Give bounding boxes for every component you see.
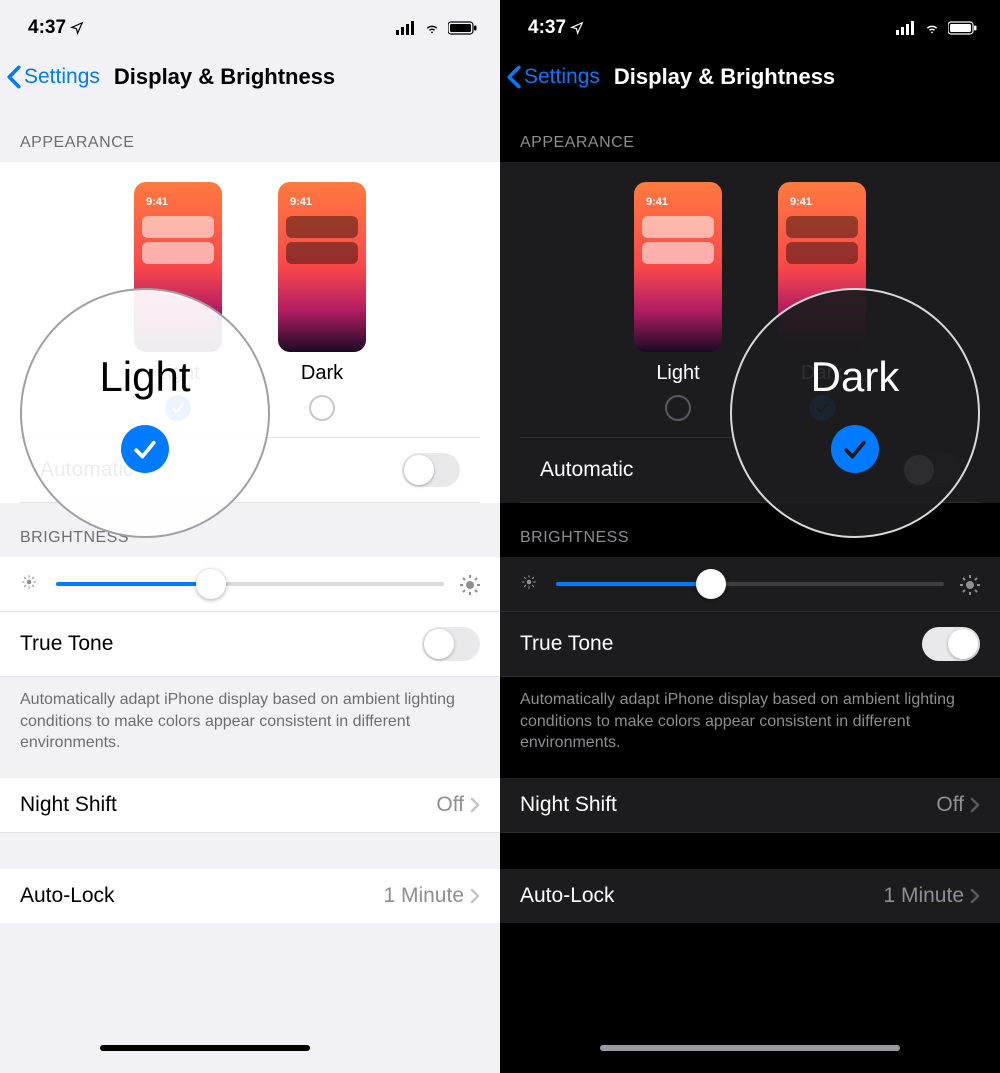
true-tone-toggle[interactable]: [422, 627, 480, 661]
section-header-brightness: BRIGHTNESS: [500, 503, 1000, 557]
cellular-icon: [896, 21, 916, 35]
status-time: 4:37: [528, 17, 566, 39]
page-title: Display & Brightness: [614, 64, 835, 90]
auto-lock-row[interactable]: Auto-Lock 1 Minute: [500, 869, 1000, 923]
home-indicator: [600, 1045, 900, 1051]
automatic-label: Automatic: [540, 458, 633, 482]
chevron-right-icon: [470, 888, 480, 904]
auto-lock-label: Auto-Lock: [20, 884, 115, 908]
light-thumbnail: 9:41: [134, 182, 222, 352]
dark-thumbnail: 9:41: [278, 182, 366, 352]
true-tone-toggle[interactable]: [922, 627, 980, 661]
auto-lock-label: Auto-Lock: [520, 884, 615, 908]
check-icon: [170, 400, 186, 416]
status-bar: 4:37: [0, 0, 500, 50]
section-header-appearance: APPEARANCE: [0, 108, 500, 162]
true-tone-label: True Tone: [520, 632, 613, 656]
wifi-icon: [922, 21, 942, 35]
home-indicator: [100, 1045, 310, 1051]
night-shift-label: Night Shift: [20, 793, 117, 817]
status-time: 4:37: [28, 17, 66, 39]
light-label: Light: [656, 362, 699, 385]
true-tone-label: True Tone: [20, 632, 113, 656]
light-radio[interactable]: [665, 395, 691, 421]
night-shift-label: Night Shift: [520, 793, 617, 817]
cellular-icon: [396, 21, 416, 35]
section-header-brightness: BRIGHTNESS: [0, 503, 500, 557]
nav-bar: Settings Display & Brightness: [500, 50, 1000, 108]
brightness-slider[interactable]: [56, 582, 444, 586]
automatic-label: Automatic: [40, 458, 133, 482]
night-shift-value: Off: [936, 793, 964, 817]
true-tone-note: Automatically adapt iPhone display based…: [500, 677, 1000, 778]
back-button[interactable]: Settings: [6, 65, 100, 89]
chevron-right-icon: [470, 797, 480, 813]
night-shift-value: Off: [436, 793, 464, 817]
light-radio[interactable]: [165, 395, 191, 421]
chevron-left-icon: [506, 65, 522, 89]
status-bar: 4:37: [500, 0, 1000, 50]
sun-max-icon: [958, 573, 980, 595]
location-icon: [70, 21, 84, 35]
section-header-appearance: APPEARANCE: [500, 108, 1000, 162]
light-label: Light: [156, 362, 199, 385]
night-shift-row[interactable]: Night Shift Off: [0, 778, 500, 833]
chevron-right-icon: [970, 797, 980, 813]
night-shift-row[interactable]: Night Shift Off: [500, 778, 1000, 833]
sun-min-icon: [520, 573, 542, 595]
dark-radio[interactable]: [809, 395, 835, 421]
dark-thumbnail: 9:41: [778, 182, 866, 352]
battery-icon: [448, 21, 478, 35]
appearance-panel: 9:41 Light 9:41 Dark: [0, 162, 500, 503]
check-icon: [814, 400, 830, 416]
automatic-toggle[interactable]: [902, 453, 960, 487]
chevron-left-icon: [6, 65, 22, 89]
automatic-toggle[interactable]: [402, 453, 460, 487]
true-tone-row[interactable]: True Tone: [500, 612, 1000, 677]
light-thumbnail: 9:41: [634, 182, 722, 352]
battery-icon: [948, 21, 978, 35]
appearance-panel: 9:41 Light 9:41 Dark: [500, 162, 1000, 503]
thumbnail-time: 9:41: [146, 196, 168, 208]
thumbnail-time: 9:41: [646, 196, 668, 208]
back-label: Settings: [524, 65, 600, 89]
page-title: Display & Brightness: [114, 64, 335, 90]
sun-max-icon: [458, 573, 480, 595]
back-label: Settings: [24, 65, 100, 89]
true-tone-row[interactable]: True Tone: [0, 612, 500, 677]
dark-label: Dark: [801, 362, 843, 385]
phone-dark: 4:37 Settings Display: [500, 0, 1000, 1073]
appearance-option-light[interactable]: 9:41 Light: [134, 182, 222, 421]
thumbnail-time: 9:41: [790, 196, 812, 208]
thumbnail-time: 9:41: [290, 196, 312, 208]
chevron-right-icon: [970, 888, 980, 904]
brightness-slider-row: [500, 557, 1000, 612]
appearance-option-dark[interactable]: 9:41 Dark: [278, 182, 366, 421]
nav-bar: Settings Display & Brightness: [0, 50, 500, 108]
auto-lock-value: 1 Minute: [883, 884, 964, 908]
phone-light: 4:37 Settings Display: [0, 0, 500, 1073]
appearance-option-light[interactable]: 9:41 Light: [634, 182, 722, 421]
auto-lock-row[interactable]: Auto-Lock 1 Minute: [0, 869, 500, 923]
wifi-icon: [422, 21, 442, 35]
automatic-row[interactable]: Automatic: [520, 437, 980, 503]
back-button[interactable]: Settings: [506, 65, 600, 89]
dark-radio[interactable]: [309, 395, 335, 421]
auto-lock-value: 1 Minute: [383, 884, 464, 908]
automatic-row[interactable]: Automatic: [20, 437, 480, 503]
sun-min-icon: [20, 573, 42, 595]
brightness-slider[interactable]: [556, 582, 944, 586]
location-icon: [570, 21, 584, 35]
true-tone-note: Automatically adapt iPhone display based…: [0, 677, 500, 778]
dark-label: Dark: [301, 362, 343, 385]
appearance-option-dark[interactable]: 9:41 Dark: [778, 182, 866, 421]
brightness-slider-row: [0, 557, 500, 612]
